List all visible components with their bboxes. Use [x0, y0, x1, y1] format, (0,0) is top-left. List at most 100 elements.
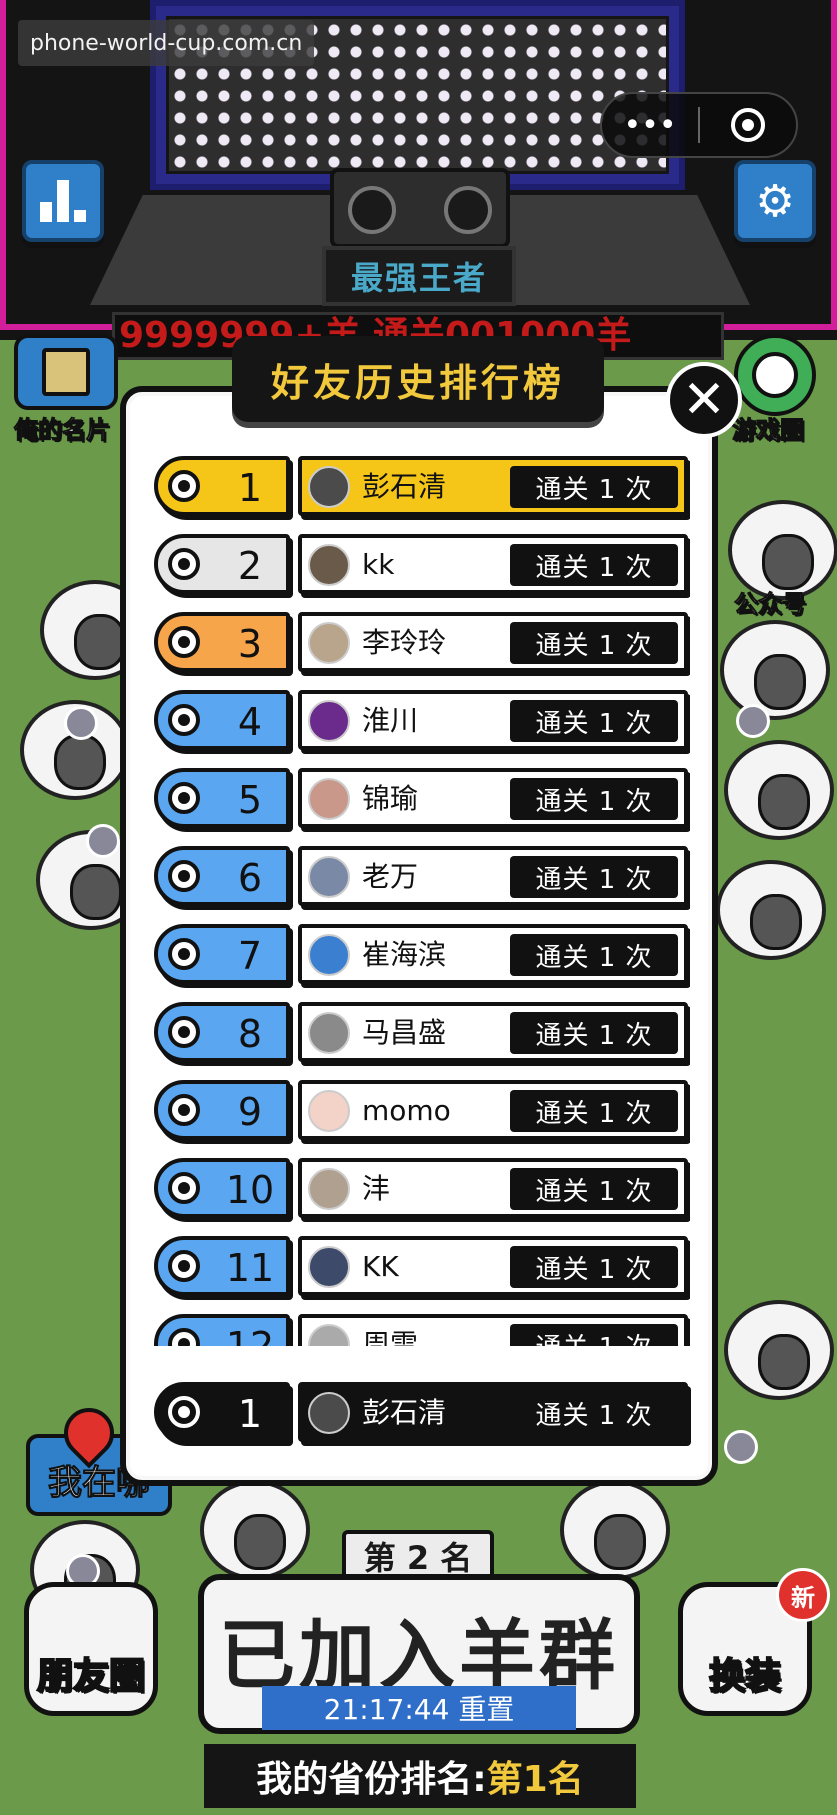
- player-entry: 马昌盛 通关 1 次: [298, 1002, 688, 1062]
- player-name: 周雷: [362, 1328, 419, 1346]
- player-avatar: [308, 856, 350, 898]
- player-avatar: [308, 1246, 350, 1288]
- player-name: kk: [362, 548, 395, 581]
- new-badge: 新: [776, 1568, 830, 1622]
- my-namecard-button[interactable]: [14, 334, 118, 410]
- player-name: 锦瑜: [362, 782, 419, 815]
- rank-number: 6: [237, 856, 263, 900]
- province-rank-bar[interactable]: 我的省份排名: 第1名: [204, 1744, 636, 1808]
- sheep-character: [560, 1480, 670, 1580]
- rank-number: 9: [237, 1090, 263, 1134]
- gear-icon: ⚙: [755, 175, 795, 227]
- leaderboard-row[interactable]: 6 老万 通关 1 次: [150, 846, 690, 908]
- player-name: 彭石清: [362, 1396, 447, 1429]
- player-entry: 周雷 通关 1 次: [298, 1314, 688, 1346]
- leaderboard-row[interactable]: 5 锦瑜 通关 1 次: [150, 768, 690, 830]
- rank-pill: 8: [154, 1002, 290, 1062]
- ranking-chart-button[interactable]: [22, 160, 104, 242]
- player-name: 淮川: [362, 704, 419, 737]
- player-name: 崔海滨: [362, 938, 447, 971]
- settings-button[interactable]: ⚙: [734, 160, 816, 242]
- rank-pill: 1: [154, 1382, 290, 1442]
- leaderboard-row[interactable]: 7 崔海滨 通关 1 次: [150, 924, 690, 986]
- clear-count-badge: 通关 1 次: [510, 1246, 678, 1288]
- clear-count-badge: 通关 1 次: [510, 856, 678, 898]
- close-icon: ✕: [682, 370, 726, 430]
- clear-count-badge: 通关 1 次: [510, 1392, 678, 1434]
- clear-count-badge: 通关 1 次: [510, 778, 678, 820]
- player-entry: 彭石清 通关 1 次: [298, 456, 688, 516]
- my-namecard-label: 俺的名片: [14, 416, 111, 445]
- leaderboard-row[interactable]: 11 KK 通关 1 次: [150, 1236, 690, 1298]
- player-avatar: [308, 622, 350, 664]
- rank-number: 2: [237, 544, 263, 588]
- leaderboard-row[interactable]: 1 彭石清 通关 1 次: [150, 456, 690, 518]
- stage-title: 最强王者: [322, 246, 516, 306]
- sheep-character: [724, 1300, 834, 1400]
- rank-number: 11: [225, 1246, 275, 1290]
- miniprogram-capsule: •••: [600, 92, 798, 158]
- friend-avatar-marker: [736, 704, 770, 738]
- rank-pill: 12: [154, 1314, 290, 1346]
- official-account-label[interactable]: 公众号: [734, 584, 807, 619]
- sheep-character: [720, 620, 830, 720]
- sheep-character: [724, 740, 834, 840]
- leaderboard-row[interactable]: 8 马昌盛 通关 1 次: [150, 1002, 690, 1064]
- rank-pill: 4: [154, 690, 290, 750]
- clear-count-badge: 通关 1 次: [510, 544, 678, 586]
- player-name: 李玲玲: [362, 626, 447, 659]
- rank-number: 4: [237, 700, 263, 744]
- more-menu-button[interactable]: •••: [602, 94, 698, 156]
- rank-dot-icon: [168, 1016, 200, 1048]
- player-name: 马昌盛: [362, 1016, 447, 1049]
- friend-avatar-marker: [724, 1430, 758, 1464]
- player-name: 沣: [362, 1172, 391, 1205]
- rank-number: 3: [237, 622, 263, 666]
- clear-count-badge: 通关 1 次: [510, 1012, 678, 1054]
- leaderboard-row[interactable]: 10 沣 通关 1 次: [150, 1158, 690, 1220]
- game-circle-button[interactable]: [734, 334, 816, 416]
- player-entry: 锦瑜 通关 1 次: [298, 768, 688, 828]
- namecard-icon: [42, 348, 90, 396]
- dj-deck-icon: [330, 168, 510, 248]
- player-entry: momo 通关 1 次: [298, 1080, 688, 1140]
- bar-chart-icon: [40, 180, 86, 222]
- player-avatar: [308, 1168, 350, 1210]
- leaderboard-list[interactable]: 1 彭石清 通关 1 次 2 kk 通关 1 次 3 李玲玲 通关 1 次 4 淮川 通关 1 次5锦…: [150, 456, 690, 1346]
- rank-dot-icon: [168, 782, 200, 814]
- player-entry: 老万 通关 1 次: [298, 846, 688, 906]
- rank-pill: 10: [154, 1158, 290, 1218]
- leaderboard-row[interactable]: 9 momo 通关 1 次: [150, 1080, 690, 1142]
- clear-count-badge: 通关 1 次: [510, 1324, 678, 1346]
- leaderboard-row[interactable]: 3 李玲玲 通关 1 次: [150, 612, 690, 674]
- clear-count-badge: 通关 1 次: [510, 1168, 678, 1210]
- player-avatar: [308, 778, 350, 820]
- rank-number: 1: [237, 466, 263, 510]
- clear-count-badge: 通关 1 次: [510, 622, 678, 664]
- rank-number: 1: [237, 1392, 263, 1436]
- close-button[interactable]: ✕: [666, 362, 742, 438]
- leaderboard-row[interactable]: 12 周雷 通关 1 次: [150, 1314, 690, 1346]
- player-name: KK: [362, 1250, 399, 1283]
- leaderboard-title: 好友历史排行榜: [232, 336, 604, 422]
- rank-pill: 7: [154, 924, 290, 984]
- player-name: momo: [362, 1094, 451, 1127]
- rank-number: 10: [225, 1168, 275, 1212]
- sheep-character: [716, 860, 826, 960]
- clear-count-badge: 通关 1 次: [510, 700, 678, 742]
- leaderboard-row[interactable]: 4 淮川 通关 1 次: [150, 690, 690, 752]
- player-entry: KK 通关 1 次: [298, 1236, 688, 1296]
- rank-dot-icon: [168, 1250, 200, 1282]
- rank-dot-icon: [168, 1094, 200, 1126]
- player-entry: 沣 通关 1 次: [298, 1158, 688, 1218]
- clear-count-badge: 通关 1 次: [510, 934, 678, 976]
- rank-number: 8: [237, 1012, 263, 1056]
- rank-dot-icon: [168, 1172, 200, 1204]
- more-dots-icon: •••: [623, 107, 677, 143]
- rank-dot-icon: [168, 1328, 200, 1346]
- close-miniprogram-button[interactable]: [700, 94, 796, 156]
- leaderboard-row[interactable]: 2 kk 通关 1 次: [150, 534, 690, 596]
- moments-share-button[interactable]: 朋友圈: [24, 1582, 158, 1716]
- rank-pill: 9: [154, 1080, 290, 1140]
- target-icon: [731, 108, 765, 142]
